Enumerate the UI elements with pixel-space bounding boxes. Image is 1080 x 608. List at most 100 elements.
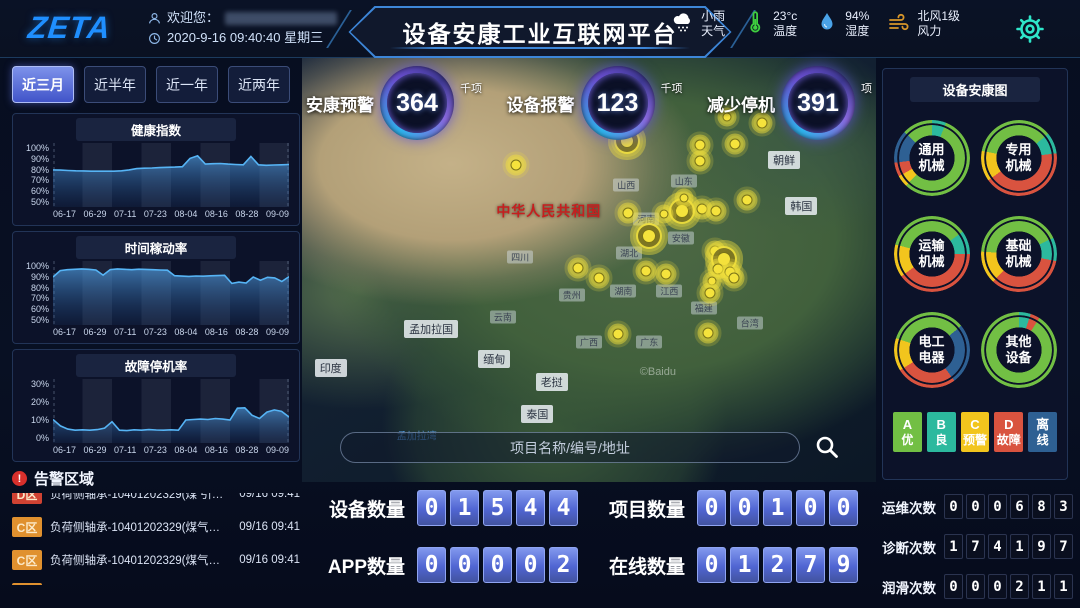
legend-item-A: A优 xyxy=(893,412,922,452)
map-marker[interactable] xyxy=(675,204,689,218)
alert-row-1[interactable]: C区负荷侧轴承-10401202329(煤气引风机电...09/16 09:41 xyxy=(12,516,300,538)
chart-title: 故障停机率 xyxy=(76,354,236,377)
map-label: 台湾 xyxy=(737,317,763,330)
map-marker[interactable] xyxy=(594,273,605,284)
map-marker[interactable] xyxy=(722,113,731,122)
zeta-logo: ZETA xyxy=(26,10,112,46)
digit-cell: 2 xyxy=(549,547,578,583)
weather-item-2: 94%湿度 xyxy=(815,9,869,39)
stat-digits: 01279 xyxy=(697,547,858,583)
digit-cell: 9 xyxy=(829,547,858,583)
x-axis-labels: 06-1706-2907-1107-2308-0408-1608-2809-09 xyxy=(53,209,289,219)
digit-cell: 0 xyxy=(450,547,479,583)
map-marker[interactable] xyxy=(642,229,656,243)
health-legend: A优B良C预警D故障离线 xyxy=(893,412,1057,452)
map-marker[interactable] xyxy=(713,264,724,275)
search-icon[interactable] xyxy=(814,434,840,460)
stat-label: 在线数量 xyxy=(590,552,685,579)
counter-digits: 000683 xyxy=(944,494,1073,519)
gauge-其他设备[interactable]: 其他设备 xyxy=(981,312,1057,388)
y-axis-labels: 30%20%10%0% xyxy=(21,379,53,443)
digit-cell: 6 xyxy=(1010,494,1029,519)
y-axis-labels: 100%90%80%70%60%50% xyxy=(21,143,53,207)
gauge-专用机械[interactable]: 专用机械 xyxy=(981,120,1057,196)
filter-button-2[interactable]: 近一年 xyxy=(156,66,218,103)
map-marker[interactable] xyxy=(711,205,722,216)
filter-button-1[interactable]: 近半年 xyxy=(84,66,146,103)
map-label: 湖北 xyxy=(616,247,642,260)
gauge-运输机械[interactable]: 运输机械 xyxy=(894,216,970,292)
digit-cell: 0 xyxy=(988,494,1007,519)
digit-cell: 1 xyxy=(1054,574,1073,599)
digit-cell: 0 xyxy=(944,494,963,519)
map-marker[interactable] xyxy=(612,329,623,340)
gauge-电工电器[interactable]: 电工电器 xyxy=(894,312,970,388)
gauge-通用机械[interactable]: 通用机械 xyxy=(894,120,970,196)
map-marker[interactable] xyxy=(757,117,768,128)
digit-cell: 4 xyxy=(516,490,545,526)
digit-cell: 7 xyxy=(1054,534,1073,559)
alert-row-2[interactable]: C区负荷侧轴承-10401202329(煤气引风机电...09/16 09:41 xyxy=(12,549,300,571)
gauge-label: 其他设备 xyxy=(981,312,1057,388)
digit-cell: 0 xyxy=(796,490,825,526)
map-marker[interactable] xyxy=(708,276,717,285)
map-marker[interactable] xyxy=(623,207,634,218)
filter-button-0[interactable]: 近三月 xyxy=(12,66,74,103)
filter-button-3[interactable]: 近两年 xyxy=(228,66,290,103)
alert-time: 09/16 09:41 xyxy=(239,554,300,566)
gauge-label: 运输机械 xyxy=(894,216,970,292)
zone-badge: D区 xyxy=(12,493,42,504)
digit-cell: 0 xyxy=(730,490,759,526)
map-marker[interactable] xyxy=(703,327,714,338)
china-map[interactable]: 中华人民共和国朝鲜韩国印度孟加拉国缅甸老挝泰国孟加拉湾四川云南贵州湖南广西广东江… xyxy=(302,58,876,482)
map-label: 广西 xyxy=(576,336,602,349)
weather-label: 温度 xyxy=(773,24,797,39)
map-marker[interactable] xyxy=(620,134,634,148)
rain-cloud-icon xyxy=(671,10,695,39)
map-label: 山西 xyxy=(613,179,639,192)
map-marker[interactable] xyxy=(730,139,741,150)
counter-0: 运维次数000683 xyxy=(882,494,1068,519)
map-marker[interactable] xyxy=(659,210,668,219)
counter-panel: 运维次数000683诊断次数174197润滑次数000211 xyxy=(882,494,1068,599)
gauge-label: 电工电器 xyxy=(894,312,970,388)
gauge-基础机械[interactable]: 基础机械 xyxy=(981,216,1057,292)
map-marker[interactable] xyxy=(694,156,705,167)
weather-label: 湿度 xyxy=(845,24,869,39)
search-input[interactable] xyxy=(340,432,800,463)
zone-badge: C区 xyxy=(12,583,42,585)
map-label: 缅甸 xyxy=(478,350,510,368)
alert-row-3[interactable]: C区齿轮箱输入端-10401202412(2#（2V）...09/16 09:4… xyxy=(12,582,300,585)
map-marker[interactable] xyxy=(696,203,707,214)
x-axis-labels: 06-1706-2907-1107-2308-0408-1608-2809-09 xyxy=(53,327,289,337)
map-marker[interactable] xyxy=(660,269,671,280)
digit-cell: 0 xyxy=(417,490,446,526)
map-marker[interactable] xyxy=(728,273,739,284)
map-marker[interactable] xyxy=(741,195,752,206)
alert-panel-title: 告警区域 xyxy=(34,468,94,489)
map-marker[interactable] xyxy=(510,159,521,170)
map-marker[interactable] xyxy=(572,262,583,273)
digit-cell: 2 xyxy=(1010,574,1029,599)
alert-list[interactable]: D区负荷侧轴承-10401202329(煤 引风机电...09/16 09:41… xyxy=(12,493,300,585)
alert-panel: ! 告警区域 D区负荷侧轴承-10401202329(煤 引风机电...09/1… xyxy=(12,468,300,585)
alert-row-0[interactable]: D区负荷侧轴承-10401202329(煤 引风机电...09/16 09:41 xyxy=(12,493,300,505)
digit-cell: 4 xyxy=(549,490,578,526)
chart-panel-timeuse: 时间稼动率100%90%80%70%60%50%06-1706-2907-110… xyxy=(12,231,300,344)
map-marker[interactable] xyxy=(704,288,715,299)
chart-title: 时间稼动率 xyxy=(76,236,236,259)
alert-text: 负荷侧轴承-10401202329(煤气引风机电... xyxy=(50,519,231,535)
map-marker[interactable] xyxy=(641,265,652,276)
map-label: ©Baidu xyxy=(640,366,676,378)
legend-item-C: C预警 xyxy=(961,412,990,452)
x-axis-labels: 06-1706-2907-1107-2308-0408-1608-2809-09 xyxy=(53,445,289,455)
digit-cell: 2 xyxy=(763,547,792,583)
map-marker[interactable] xyxy=(694,139,705,150)
stat-digits: 00002 xyxy=(417,547,578,583)
bottom-stat-1: 项目数量00100 xyxy=(590,490,870,526)
bottom-stats: 设备数量01544项目数量00100APP数量00002在线数量01279 xyxy=(310,490,870,583)
gear-icon[interactable] xyxy=(1012,11,1048,47)
counter-2: 润滑次数000211 xyxy=(882,574,1068,599)
map-marker[interactable] xyxy=(679,193,688,202)
alert-text: 负荷侧轴承-10401202329(煤气引风机电... xyxy=(50,552,231,568)
